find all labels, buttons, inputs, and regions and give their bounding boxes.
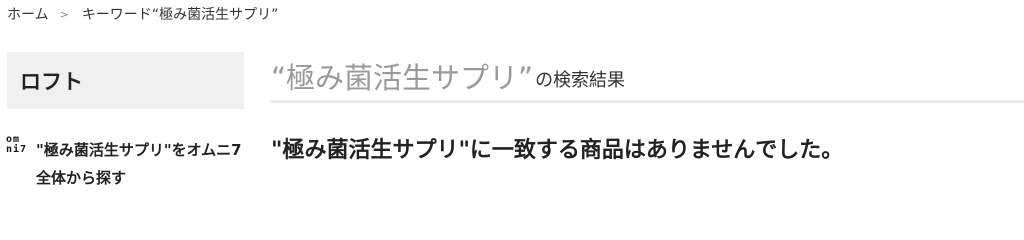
search-result-heading: “極み菌活生サプリ” の検索結果 (271, 56, 625, 96)
omni7-search-link-text: "極み菌活生サプリ"をオムニ7全体から探す (36, 141, 242, 187)
search-keyword: “極み菌活生サプリ” (271, 61, 534, 95)
breadcrumb-current: キーワード“極み菌活生サプリ” (81, 7, 279, 23)
chevron-right-icon: > (59, 7, 69, 21)
sidebar-store-title: ロフト (7, 52, 244, 109)
omni7-search-link[interactable]: om ni7 "極み菌活生サプリ"をオムニ7全体から探す (6, 132, 244, 188)
breadcrumb-home-link[interactable]: ホーム (7, 4, 49, 24)
heading-divider (271, 100, 1024, 103)
omni7-logo-line-2: ni7 (6, 144, 28, 155)
search-result-suffix: の検索結果 (535, 70, 626, 91)
breadcrumb: ホーム > キーワード“極み菌活生サプリ” (7, 4, 278, 24)
omni7-logo-icon: om ni7 (6, 135, 32, 157)
no-result-message: "極み菌活生サプリ"に一致する商品はありませんでした。 (271, 138, 844, 163)
